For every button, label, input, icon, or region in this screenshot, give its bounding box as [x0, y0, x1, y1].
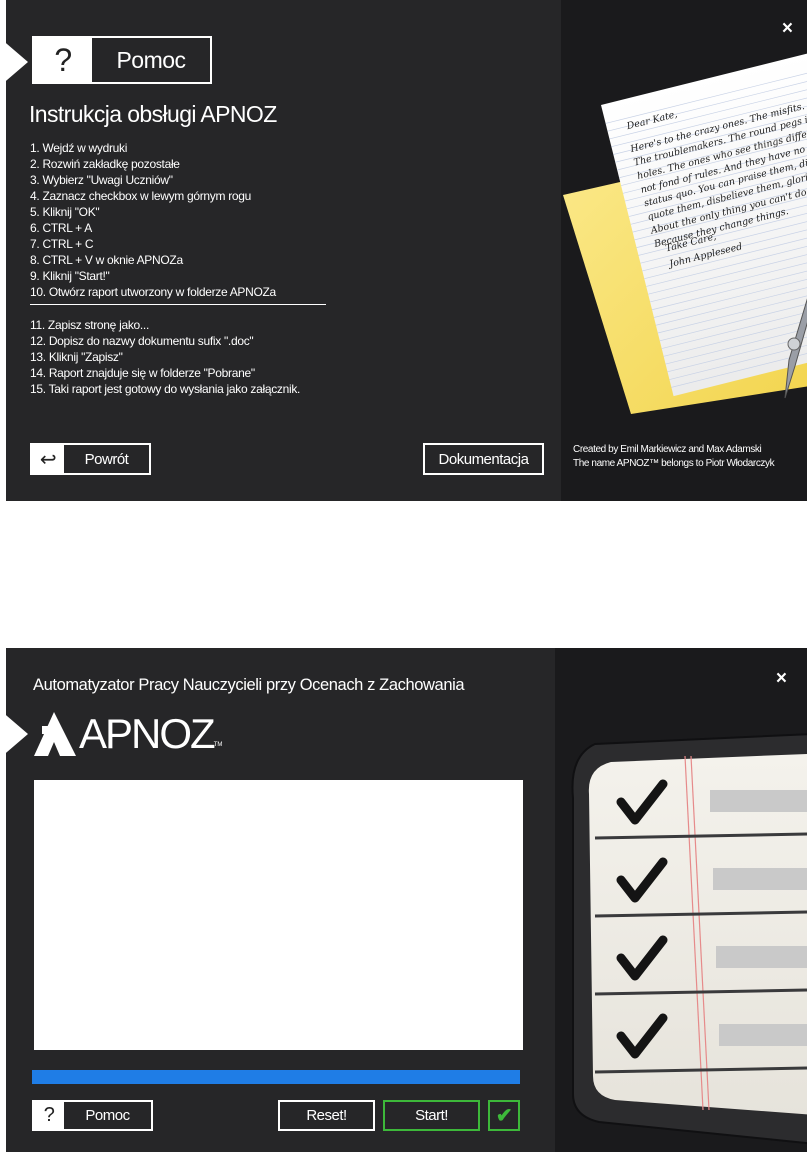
logo-tm: TM — [213, 742, 223, 748]
credits: Created by Emil Markiewicz and Max Adams… — [573, 443, 775, 471]
side-panel: × — [555, 648, 807, 1152]
progress-bar — [32, 1070, 520, 1084]
instruction-step: 4. Zaznacz checkbox w lewym górnym rogu — [30, 189, 252, 203]
instruction-step: 12. Dopisz do nazwy dokumentu sufix ".do… — [30, 334, 254, 348]
instruction-step: 1. Wejdź w wydruki — [30, 141, 128, 155]
instruction-step: 14. Raport znajduje się w folderze "Pobr… — [30, 366, 255, 380]
page-title: Instrukcja obsługi APNOZ — [29, 101, 277, 127]
logo-text: APNOZ — [79, 710, 216, 757]
reset-button-label: Reset! — [306, 1107, 347, 1124]
return-arrow-icon: ↩ — [32, 445, 64, 473]
side-panel: Dear Kate, Here's to the crazy ones. The… — [561, 0, 807, 501]
instruction-step: 8. CTRL + V w oknie APNOZa — [30, 253, 183, 267]
instruction-step: 10. Otwórz raport utworzony w folderze A… — [30, 285, 276, 299]
help-button[interactable]: ? Pomoc — [32, 1100, 153, 1131]
close-icon[interactable]: × — [782, 18, 793, 40]
instruction-step: 6. CTRL + A — [30, 221, 92, 235]
instruction-step: 9. Kliknij "Start!" — [30, 269, 110, 283]
help-window: ? Pomoc Instrukcja obsługi APNOZ 1. Wejd… — [6, 0, 807, 501]
chevron-right-icon — [6, 710, 28, 758]
checklist-illustration — [571, 733, 807, 1145]
instruction-step: 5. Kliknij "OK" — [30, 205, 100, 219]
app-logo: APNOZ TM — [34, 710, 222, 758]
instruction-step: 13. Kliknij "Zapisz" — [30, 350, 123, 364]
reset-button[interactable]: Reset! — [278, 1100, 375, 1131]
back-button[interactable]: ↩ Powrót — [30, 443, 151, 475]
instruction-step: 3. Wybierz "Uwagi Uczniów" — [30, 173, 173, 187]
report-textarea[interactable] — [34, 780, 523, 1050]
help-header: ? Pomoc — [32, 36, 212, 84]
help-header-label: Pomoc — [116, 46, 186, 73]
start-button[interactable]: Start! — [383, 1100, 480, 1131]
documentation-button[interactable]: Dokumentacja — [423, 443, 544, 475]
instruction-step: 2. Rozwiń zakładkę pozostałe — [30, 157, 180, 171]
instructions-list-extra: 11. Zapisz stronę jako... 12. Dopisz do n… — [30, 317, 300, 397]
progress-fill — [32, 1070, 520, 1084]
start-button-label: Start! — [415, 1107, 448, 1124]
main-window: Automatyzator Pracy Nauczycieli przy Oce… — [6, 648, 807, 1152]
back-button-label: Powrót — [84, 450, 129, 468]
instructions-list: 1. Wejdź w wydruki 2. Rozwiń zakładkę poz… — [30, 140, 276, 300]
question-icon: ? — [34, 1102, 64, 1129]
app-subtitle: Automatyzator Pracy Nauczycieli przy Oce… — [33, 676, 465, 694]
divider — [30, 304, 326, 305]
chevron-right-icon — [6, 38, 28, 86]
question-icon: ? — [34, 38, 92, 82]
credits-trademark: The name APNOZ™ belongs to Piotr Włodarc… — [573, 458, 775, 469]
checkmark-icon: ✔ — [488, 1100, 520, 1131]
notes-illustration: Dear Kate, Here's to the crazy ones. The… — [563, 44, 807, 414]
credits-authors: Created by Emil Markiewicz and Max Adams… — [573, 444, 762, 455]
logo-mark-icon — [34, 712, 76, 756]
instruction-step: 7. CTRL + C — [30, 237, 94, 251]
help-button-label: Pomoc — [85, 1107, 130, 1124]
instruction-step: 15. Taki raport jest gotowy do wysłania … — [30, 382, 301, 396]
close-icon[interactable]: × — [776, 668, 787, 690]
instruction-step: 11. Zapisz stronę jako... — [30, 318, 150, 332]
documentation-button-label: Dokumentacja — [438, 450, 529, 468]
